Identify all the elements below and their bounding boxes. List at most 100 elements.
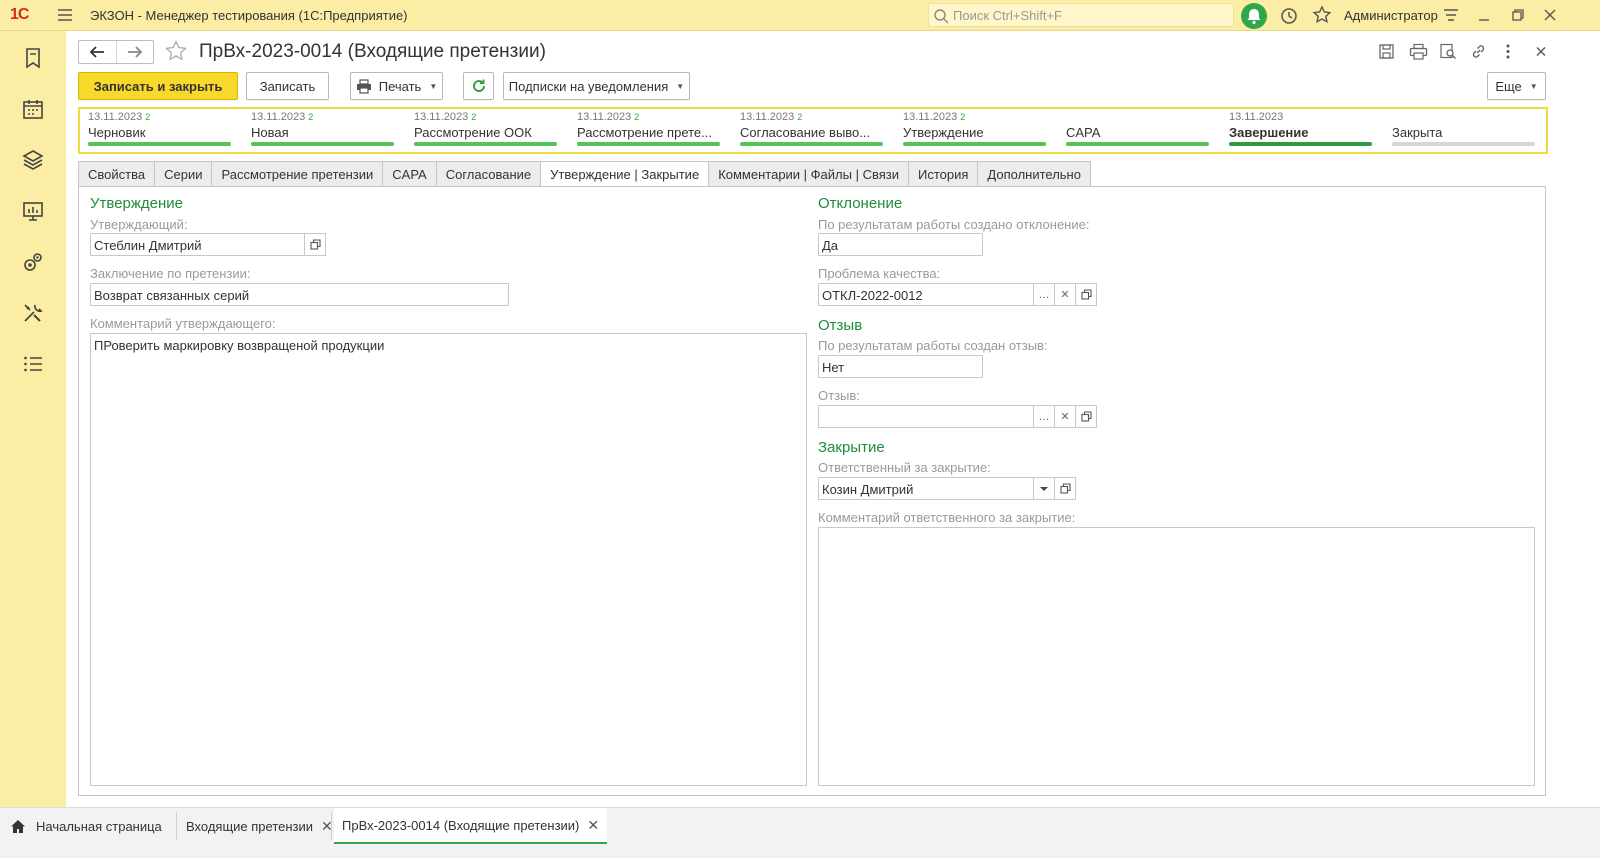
search-icon — [934, 9, 949, 24]
stage-name: Согласование выво... — [740, 125, 871, 140]
open-form-icon — [1059, 483, 1071, 494]
dropdown-arrow-icon: ▼ — [1529, 81, 1538, 91]
top-bar: 1С ЭКЗОН - Менеджер тестирования (1С:Пре… — [0, 0, 1600, 31]
stage-item[interactable]: 13.11.2023 2 Согласование выво... — [740, 109, 883, 152]
document-tab-active[interactable]: ПрВх-2023-0014 (Входящие претензии) ✕ — [334, 808, 608, 844]
approver-field[interactable]: Стеблин Дмитрий — [90, 233, 305, 256]
open-approver-button[interactable] — [304, 233, 326, 256]
layers-icon[interactable] — [21, 148, 45, 172]
tab-separator — [331, 812, 332, 840]
stage-item[interactable]: 13.11.2023 2 Рассмотрение ООК — [414, 109, 557, 152]
chart-board-icon[interactable] — [21, 199, 45, 223]
subscriptions-label: Подписки на уведомления — [508, 78, 669, 94]
refresh-icon — [472, 79, 485, 92]
closing-responsible-field[interactable]: Козин Дмитрий — [818, 477, 1034, 500]
open-quality-problem-button[interactable] — [1075, 283, 1097, 306]
settings-menu-icon[interactable] — [1442, 6, 1460, 27]
main-menu-icon[interactable] — [56, 6, 74, 24]
preview-icon[interactable] — [1439, 43, 1457, 63]
more-button[interactable]: Еще ▼ — [1487, 72, 1546, 100]
calendar-icon[interactable] — [21, 97, 45, 121]
open-form-icon — [1080, 411, 1092, 422]
stage-progress-bar — [251, 142, 394, 146]
print-icon[interactable] — [1409, 43, 1428, 63]
quality-problem-field[interactable]: ОТКЛ-2022-0012 — [818, 283, 1034, 306]
stage-item[interactable]: 13.11.2023 2 Черновик — [88, 109, 231, 152]
print-label: Печать — [378, 78, 422, 94]
app-logo[interactable]: 1С — [10, 6, 29, 24]
home-page-tab[interactable]: Начальная страница — [10, 808, 162, 844]
stage-progress-bar — [903, 142, 1046, 146]
chevron-down-icon — [1040, 486, 1048, 491]
document-tab-label: ПрВх-2023-0014 (Входящие претензии) — [342, 817, 580, 833]
tab-capa[interactable]: CAPA — [382, 161, 436, 187]
history-icon[interactable] — [1279, 6, 1299, 29]
link-icon[interactable] — [1470, 43, 1487, 63]
restore-icon[interactable] — [1511, 6, 1525, 27]
recall-field[interactable] — [818, 405, 1034, 428]
choose-quality-problem-button[interactable]: … — [1033, 283, 1055, 306]
stage-item[interactable]: CAPA — [1066, 109, 1209, 152]
stage-date: 13.11.2023 — [577, 111, 632, 123]
stage-progress-bar — [740, 142, 883, 146]
closing-comment-textarea[interactable] — [818, 527, 1535, 786]
approver-comment-textarea[interactable]: ПРоверить маркировку возвращеной продукц… — [90, 333, 807, 786]
clear-quality-problem-icon[interactable]: ✕ — [1054, 283, 1076, 306]
approver-label: Утверждающий: — [90, 217, 188, 232]
save-icon[interactable] — [1378, 43, 1395, 63]
stage-name: Закрыта — [1392, 125, 1443, 140]
stage-item[interactable]: Закрыта — [1392, 109, 1535, 152]
save-and-close-button[interactable]: Записать и закрыть — [78, 72, 238, 100]
subscriptions-button[interactable]: Подписки на уведомления ▼ — [503, 72, 690, 100]
open-responsible-button[interactable] — [1054, 477, 1076, 500]
stage-item[interactable]: 13.11.2023 2 Новая — [251, 109, 394, 152]
back-arrow-icon[interactable] — [79, 41, 116, 63]
tools-icon[interactable] — [21, 301, 45, 325]
clear-recall-icon[interactable]: ✕ — [1054, 405, 1076, 428]
stage-item[interactable]: 13.11.2023 2 Рассмотрение прете... — [577, 109, 720, 152]
stage-item[interactable]: 13.11.2023 2 Утверждение — [903, 109, 1046, 152]
save-button[interactable]: Записать — [246, 72, 329, 100]
list-icon[interactable] — [21, 352, 45, 376]
incoming-claims-tab[interactable]: Входящие претензии ✕ — [186, 808, 333, 844]
save-label: Записать — [259, 78, 316, 94]
tab-additional[interactable]: Дополнительно — [977, 161, 1091, 187]
tab-approval-closing[interactable]: Утверждение | Закрытие — [540, 161, 709, 188]
notifications-bell-icon[interactable] — [1241, 3, 1267, 29]
close-form-icon[interactable] — [1534, 43, 1548, 63]
app-title: ЭКЗОН - Менеджер тестирования (1С:Предпр… — [90, 8, 408, 23]
deviation-created-field[interactable]: Да — [818, 233, 983, 256]
conclusion-field[interactable]: Возврат связанных серий — [90, 283, 509, 306]
close-tab-icon[interactable]: ✕ — [587, 817, 599, 834]
more-label: Еще — [1495, 78, 1522, 94]
stage-count: 2 — [960, 112, 966, 122]
tab-claim-review[interactable]: Рассмотрение претензии — [211, 161, 383, 187]
open-recall-button[interactable] — [1075, 405, 1097, 428]
bookmark-icon[interactable] — [21, 46, 45, 70]
minimize-icon[interactable] — [1477, 6, 1491, 27]
choose-recall-button[interactable]: … — [1033, 405, 1055, 428]
stage-date: 13.11.2023 — [903, 111, 958, 123]
stage-item-current[interactable]: 13.11.2023 Завершение — [1229, 109, 1372, 152]
search-input[interactable]: Поиск Ctrl+Shift+F — [928, 3, 1234, 27]
tab-approval-flow[interactable]: Согласование — [435, 161, 541, 187]
recall-created-label: По результатам работы создан отзыв: — [818, 338, 1048, 353]
tab-history[interactable]: История — [907, 161, 978, 187]
recall-created-field[interactable]: Нет — [818, 355, 983, 378]
add-to-favorites-icon[interactable] — [164, 39, 188, 66]
tab-comments-files-links[interactable]: Комментарии | Файлы | Связи — [708, 161, 908, 187]
more-vertical-icon[interactable] — [1505, 43, 1511, 63]
tab-properties[interactable]: Свойства — [78, 161, 155, 187]
closing-responsible-dropdown[interactable] — [1033, 477, 1055, 500]
forward-arrow-icon[interactable] — [115, 41, 154, 63]
printer-icon — [356, 78, 371, 94]
print-button[interactable]: Печать ▼ — [350, 72, 443, 100]
current-user[interactable]: Администратор — [1344, 8, 1438, 23]
closing-section-title: Закрытие — [818, 439, 885, 456]
stage-count: 2 — [145, 112, 151, 122]
favorites-star-icon[interactable] — [1312, 5, 1332, 28]
refresh-button[interactable] — [463, 72, 494, 100]
close-window-icon[interactable] — [1543, 6, 1557, 27]
tab-series[interactable]: Серии — [154, 161, 212, 187]
gears-icon[interactable] — [21, 250, 45, 274]
